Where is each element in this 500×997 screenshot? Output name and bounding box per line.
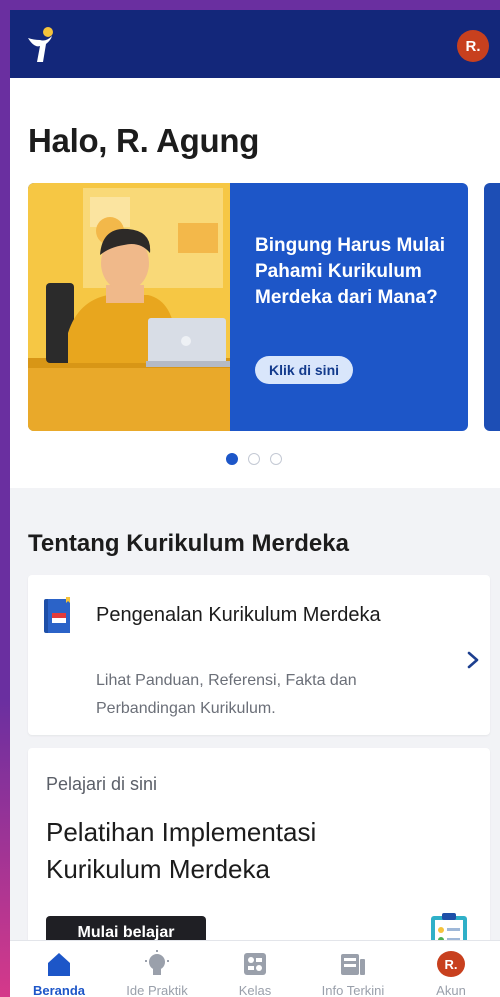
teacher-illustration (28, 183, 230, 431)
nav-label: Akun (436, 983, 466, 997)
home-hero: Halo, R. Agung Bingung Harus Mulai Paham… (10, 78, 500, 488)
nav-label: Info Terkini (321, 983, 385, 997)
section-title: Tentang Kurikulum Merdeka (28, 530, 349, 557)
carousel-dot-2[interactable] (248, 453, 260, 465)
carousel-dot-1[interactable] (226, 453, 238, 465)
banner-title: Bingung Harus Mulai Pahami Kurikulum Mer… (255, 235, 445, 308)
top-app-bar: R. (10, 10, 500, 78)
profile-avatar[interactable]: R. (457, 30, 489, 62)
class-icon (244, 953, 266, 975)
nav-label: Beranda (32, 983, 86, 997)
card-title: Pelatihan Implementasi Kurikulum Merdeka (46, 817, 317, 884)
nav-label: Ide Praktik (126, 983, 188, 997)
nav-item-ide-praktik[interactable]: Ide Praktik (108, 941, 206, 997)
avatar: R. (437, 951, 465, 977)
training-card: Pelajari di sini Pelatihan Implementasi … (28, 748, 490, 968)
bottom-navigation: Beranda Ide Praktik Kelas Info Terkini R… (10, 940, 500, 997)
card-title: Pengenalan Kurikulum Merdeka (96, 604, 381, 626)
curriculum-intro-card[interactable]: Pengenalan Kurikulum Merdeka Lihat Pandu… (28, 575, 490, 735)
nav-item-beranda[interactable]: Beranda (10, 941, 108, 997)
news-icon (341, 954, 365, 975)
carousel-indicator (226, 453, 282, 465)
lightbulb-icon (145, 950, 169, 975)
app-screen: R. Halo, R. Agung Bingung Harus Mulai Pa… (10, 10, 500, 997)
nav-item-info-terkini[interactable]: Info Terkini (304, 941, 402, 997)
nav-item-kelas[interactable]: Kelas (206, 941, 304, 997)
card-description: Lihat Panduan, Referensi, Fakta dan Perb… (96, 672, 357, 717)
app-logo-icon (28, 27, 53, 62)
card-eyebrow: Pelajari di sini (46, 774, 158, 794)
book-icon (44, 597, 70, 633)
nav-item-akun[interactable]: R. Akun (402, 941, 500, 997)
greeting-title: Halo, R. Agung (28, 122, 260, 159)
carousel-dot-3[interactable] (270, 453, 282, 465)
promo-banner[interactable]: Bingung Harus Mulai Pahami Kurikulum Mer… (28, 183, 468, 431)
nav-label: Kelas (238, 983, 272, 997)
chevron-right-icon[interactable] (466, 651, 480, 669)
home-icon (48, 953, 70, 976)
banner-cta-button[interactable]: Klik di sini (255, 356, 354, 384)
next-banner-peek[interactable] (484, 183, 500, 431)
